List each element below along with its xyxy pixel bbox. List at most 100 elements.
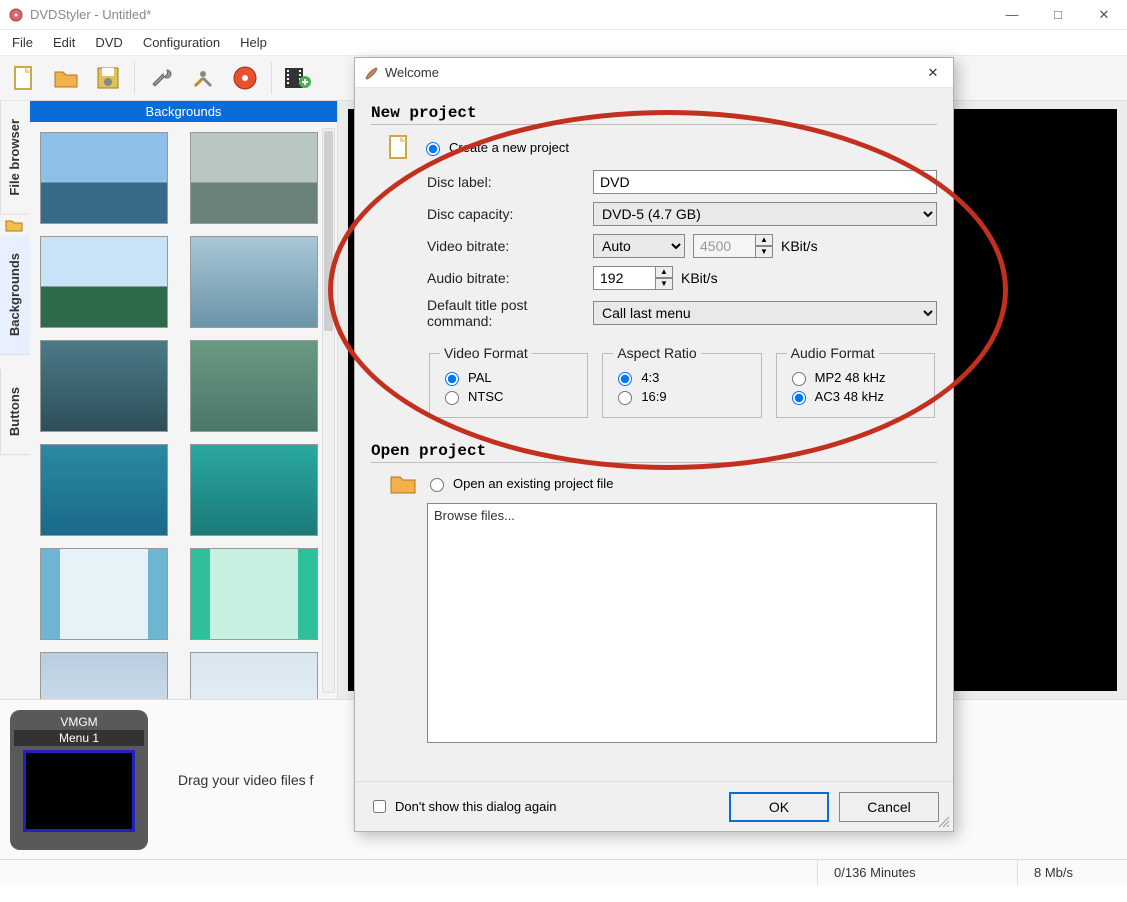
create-radio-input[interactable] [426,142,440,156]
background-thumb[interactable] [40,132,168,224]
create-project-radio[interactable]: Create a new project [421,139,569,156]
audio-bitrate-label: Audio bitrate: [371,270,593,286]
disc-label-label: Disc label: [371,174,593,190]
toolbar-open-button[interactable] [46,58,86,98]
video-format-group: Video Format PAL NTSC [429,345,588,418]
video-bitrate-label: Video bitrate: [371,238,593,254]
background-thumb[interactable] [190,340,318,432]
tab-buttons[interactable]: Buttons [0,369,30,455]
vbitrate-down-button[interactable]: ▼ [755,246,773,258]
background-thumb[interactable] [40,340,168,432]
toolbar-save-button[interactable] [88,58,128,98]
video-bitrate-unit: KBit/s [781,238,818,254]
ar-43-radio[interactable]: 4:3 [613,369,750,386]
vbitrate-up-button[interactable]: ▲ [755,234,773,246]
welcome-dialog: Welcome ✕ New project Create a new proje… [354,57,954,832]
new-project-icon [385,133,413,161]
menubar: File Edit DVD Configuration Help [0,30,1127,55]
audio-bitrate-input[interactable] [593,266,655,290]
toolbar-tools-button[interactable] [183,58,223,98]
pal-radio[interactable]: PAL [440,369,577,386]
toolbar-settings-button[interactable] [141,58,181,98]
new-file-icon [10,64,38,92]
filmstrip-add-icon [283,64,313,92]
open-project-label: Open an existing project file [453,476,613,491]
dialog-titlebar: Welcome ✕ [355,58,953,88]
window-minimize-button[interactable]: — [989,0,1035,30]
folder-open-icon [389,471,417,495]
background-thumb[interactable] [190,236,318,328]
video-format-legend: Video Format [440,345,532,361]
audio-format-legend: Audio Format [787,345,879,361]
window-title: DVDStyler - Untitled* [30,7,989,22]
ntsc-radio[interactable]: NTSC [440,388,577,405]
background-thumb[interactable] [40,236,168,328]
post-command-select[interactable]: Call last menu [593,301,937,325]
vmgm-label: VMGM [14,714,144,730]
video-bitrate-input[interactable] [693,234,755,258]
menu-dvd[interactable]: DVD [85,32,132,53]
background-thumb[interactable] [190,132,318,224]
background-thumb[interactable] [40,444,168,536]
menu1-label: Menu 1 [14,730,144,746]
menu-configuration[interactable]: Configuration [133,32,230,53]
open-project-heading: Open project [371,440,937,463]
cancel-button[interactable]: Cancel [839,792,939,822]
ac3-radio[interactable]: AC3 48 kHz [787,388,924,405]
app-icon [8,7,24,23]
folder-open-icon [52,64,80,92]
dialog-close-button[interactable]: ✕ [913,58,953,88]
status-bitrate: 8 Mb/s [1017,860,1127,885]
browse-files-item[interactable]: Browse files... [434,508,930,523]
background-thumb[interactable] [40,548,168,640]
disc-label-input[interactable] [593,170,937,194]
tab-backgrounds[interactable]: Backgrounds [0,235,30,355]
window-titlebar: DVDStyler - Untitled* — □ ✕ [0,0,1127,30]
abitrate-down-button[interactable]: ▼ [655,278,673,290]
disc-capacity-select[interactable]: DVD-5 (4.7 GB) [593,202,937,226]
tools-icon [189,64,217,92]
tab-file-browser[interactable]: File browser [0,101,30,215]
video-bitrate-mode-select[interactable]: Auto [593,234,685,258]
thumbnails-scrollbar[interactable] [322,128,335,693]
backgrounds-panel: Backgrounds [30,101,338,699]
dontshow-checkbox[interactable] [373,800,386,813]
window-close-button[interactable]: ✕ [1081,0,1127,30]
audio-format-group: Audio Format MP2 48 kHz AC3 48 kHz [776,345,935,418]
dontshow-label: Don't show this dialog again [395,799,556,814]
mp2-radio[interactable]: MP2 48 kHz [787,369,924,386]
post-command-label: Default title post command: [371,297,593,329]
background-thumb[interactable] [190,444,318,536]
statusbar: 0/136 Minutes 8 Mb/s [0,859,1127,885]
toolbar-burn-button[interactable] [225,58,265,98]
drag-hint: Drag your video files f [178,772,313,788]
recent-files-list[interactable]: Browse files... [427,503,937,743]
menu-edit[interactable]: Edit [43,32,85,53]
window-maximize-button[interactable]: □ [1035,0,1081,30]
background-thumb[interactable] [190,548,318,640]
abitrate-up-button[interactable]: ▲ [655,266,673,278]
resize-grip-icon[interactable] [937,815,951,829]
backgrounds-header: Backgrounds [30,101,337,122]
folder-icon [0,215,28,235]
save-disk-icon [94,64,122,92]
menu-file[interactable]: File [2,32,43,53]
vmgm-item[interactable]: VMGM Menu 1 [10,710,148,850]
toolbar-separator-2 [271,62,272,94]
aspect-ratio-legend: Aspect Ratio [613,345,700,361]
menu-help[interactable]: Help [230,32,277,53]
vertical-tabs: File browser Backgrounds Buttons [0,101,30,699]
open-radio-input[interactable] [430,478,444,492]
open-project-radio[interactable]: Open an existing project file [425,475,613,492]
menu1-thumbnail[interactable] [23,750,135,832]
toolbar-add-clip-button[interactable] [278,58,318,98]
background-thumb[interactable] [190,652,318,699]
burn-disc-icon [231,64,259,92]
wrench-icon [147,64,175,92]
new-project-heading: New project [371,102,937,125]
background-thumb[interactable] [40,652,168,699]
ok-button[interactable]: OK [729,792,829,822]
ar-169-radio[interactable]: 16:9 [613,388,750,405]
toolbar-new-button[interactable] [4,58,44,98]
scrollbar-thumb[interactable] [324,131,333,331]
